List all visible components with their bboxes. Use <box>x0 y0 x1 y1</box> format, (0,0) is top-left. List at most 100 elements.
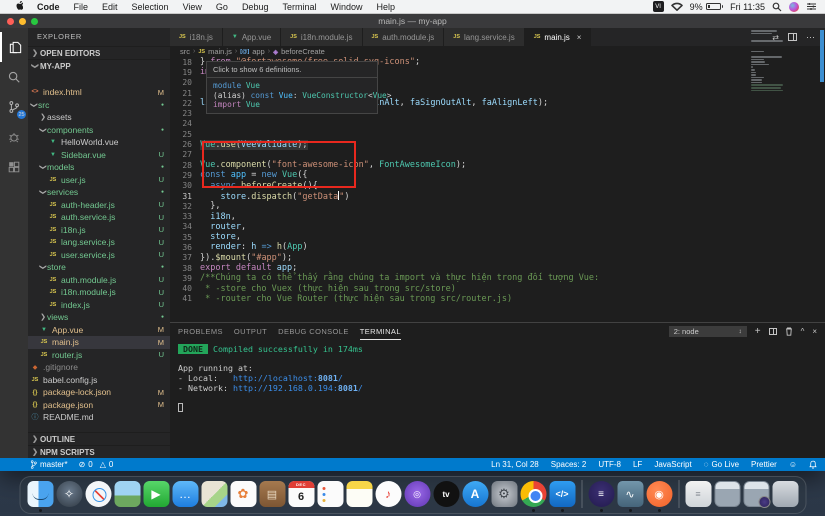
code-line-31[interactable]: 31 store.dispatch("getData") <box>170 191 825 201</box>
spotlight-search-icon[interactable] <box>772 2 782 12</box>
kill-terminal-button[interactable] <box>785 327 793 336</box>
debug-activity-icon[interactable] <box>0 122 28 152</box>
dock-icon-settings[interactable]: ⚙ <box>491 481 517 507</box>
input-source-icon[interactable]: VI <box>653 1 664 12</box>
dock-icon-tv[interactable]: tv <box>433 481 459 507</box>
dock-icon-safari[interactable] <box>85 481 111 507</box>
open-editors-section[interactable]: ❯OPEN EDITORS <box>28 46 170 59</box>
tree-item-index.html[interactable]: <>index.htmlM <box>28 86 170 99</box>
tooltip-header[interactable]: Click to show 6 definitions. <box>207 62 377 78</box>
battery-indicator[interactable]: 9% <box>690 2 724 12</box>
tree-item-README.md[interactable]: ⓘREADME.md <box>28 411 170 424</box>
menu-item-debug[interactable]: Debug <box>235 2 276 12</box>
source-control-activity-icon[interactable]: 25 <box>0 92 28 122</box>
new-terminal-button[interactable]: + <box>755 326 761 337</box>
menu-item-help[interactable]: Help <box>370 2 403 12</box>
tree-item-index.js[interactable]: JSindex.jsU <box>28 299 170 312</box>
breadcrumb-item-main.js[interactable]: main.js <box>208 47 232 56</box>
status-utf-8[interactable]: UTF-8 <box>598 460 621 469</box>
code-line-35[interactable]: 35 store, <box>170 232 825 242</box>
search-activity-icon[interactable] <box>0 62 28 92</box>
menu-item-go[interactable]: Go <box>209 2 235 12</box>
code-line-32[interactable]: 32 }, <box>170 201 825 211</box>
code-line-34[interactable]: 34 router, <box>170 222 825 232</box>
close-tab-icon[interactable]: × <box>577 33 582 42</box>
dock-icon-maps[interactable] <box>201 481 227 507</box>
tab-auth.module.js[interactable]: JSauth.module.js <box>363 28 445 46</box>
menu-clock[interactable]: Fri 11:35 <box>730 2 765 12</box>
dock-icon-calendar[interactable]: 6 <box>288 481 314 507</box>
tab-main.js[interactable]: JSmain.js× <box>525 28 592 46</box>
dock-icon-mysql-workbench[interactable]: ∿ <box>617 481 643 507</box>
wifi-icon[interactable] <box>671 2 683 11</box>
tree-item-src[interactable]: ❯src● <box>28 99 170 112</box>
dock-icon-messages[interactable]: … <box>172 481 198 507</box>
terminal-output[interactable]: DONE Compiled successfully in 174msApp r… <box>178 345 825 458</box>
dock-icon-contacts[interactable]: ▤ <box>259 481 285 507</box>
tree-item-i18n.js[interactable]: JSi18n.jsU <box>28 224 170 237</box>
tree-item-user.js[interactable]: JSuser.jsU <box>28 174 170 187</box>
menu-item-window[interactable]: Window <box>323 2 369 12</box>
tree-item-i18n.module.js[interactable]: JSi18n.module.jsU <box>28 286 170 299</box>
window-titlebar[interactable]: main.js — my-app <box>0 14 825 28</box>
tree-item-auth.module.js[interactable]: JSauth.module.jsU <box>28 274 170 287</box>
dock-icon-chrome[interactable] <box>520 481 546 507</box>
definition-hover-tooltip[interactable]: Click to show 6 definitions. module Vue(… <box>206 61 378 114</box>
notifications-bell-icon[interactable] <box>809 460 817 469</box>
siri-icon[interactable] <box>789 2 799 12</box>
tree-item-main.js[interactable]: JSmain.jsM <box>28 336 170 349</box>
menu-item-view[interactable]: View <box>176 2 209 12</box>
tree-item-package-lock.json[interactable]: {}package-lock.jsonM <box>28 386 170 399</box>
menu-item-file[interactable]: File <box>67 2 96 12</box>
more-actions-icon[interactable]: ⋯ <box>806 32 816 43</box>
tree-item-babel.config.js[interactable]: JSbabel.config.js <box>28 374 170 387</box>
tree-item-.gitignore[interactable]: ◆.gitignore <box>28 361 170 374</box>
dock-icon-photos[interactable]: ✿ <box>230 481 256 507</box>
panel-tab-output[interactable]: OUTPUT <box>234 323 267 340</box>
panel-tab-debug-console[interactable]: DEBUG CONSOLE <box>278 323 349 340</box>
code-line-37[interactable]: 37}).$mount("#app"); <box>170 253 825 263</box>
dock-icon-minimized-window[interactable] <box>714 481 740 507</box>
code-line-41[interactable]: 41 * -router cho Vue Router (thực hiện s… <box>170 294 825 304</box>
workspace-root-section[interactable]: ❯MY-APP <box>28 59 170 72</box>
tree-item-package.json[interactable]: {}package.jsonM <box>28 399 170 412</box>
dock-icon-podcasts[interactable]: ◎ <box>404 481 430 507</box>
dock-icon-finder[interactable] <box>27 481 53 507</box>
breadcrumb[interactable]: src›JSmain.js›[@]app›◈beforeCreate <box>170 46 825 57</box>
code-line-24[interactable]: 24 <box>170 119 825 129</box>
tree-item-HelloWorld.vue[interactable]: ▼HelloWorld.vue <box>28 136 170 149</box>
tree-item-auth.service.js[interactable]: JSauth.service.jsU <box>28 211 170 224</box>
git-branch-indicator[interactable]: master* <box>30 460 68 469</box>
menu-item-code[interactable]: Code <box>30 2 67 12</box>
split-terminal-button[interactable] <box>769 328 777 335</box>
control-center-icon[interactable] <box>806 2 817 11</box>
code-line-36[interactable]: 36 render: h => h(App) <box>170 242 825 252</box>
tree-item-user.service.js[interactable]: JSuser.service.jsU <box>28 249 170 262</box>
tree-item-lang.service.js[interactable]: JSlang.service.jsU <box>28 236 170 249</box>
breadcrumb-item-app[interactable]: app <box>252 47 265 56</box>
tab-i18n.module.js[interactable]: JSi18n.module.js <box>281 28 362 46</box>
apple-menu-icon[interactable] <box>8 1 30 13</box>
tree-item-services[interactable]: ❯services● <box>28 186 170 199</box>
dock-icon-document-stack[interactable]: ≡ <box>685 481 711 507</box>
minimap[interactable] <box>751 30 785 92</box>
dock-icon-eclipse[interactable]: ≡ <box>588 481 614 507</box>
tree-item-store[interactable]: ❯store● <box>28 261 170 274</box>
dock-icon-minimized-window-2[interactable] <box>743 481 769 507</box>
close-panel-button[interactable]: × <box>812 327 817 336</box>
minimize-window-button[interactable] <box>19 18 26 25</box>
problems-indicator[interactable]: ⊘0 △0 <box>79 460 114 469</box>
tree-item-views[interactable]: ❯views● <box>28 311 170 324</box>
dock-icon-postman[interactable]: ◉ <box>646 481 672 507</box>
terminal-select[interactable]: 2: node↕ <box>669 326 747 337</box>
menu-item-selection[interactable]: Selection <box>125 2 176 12</box>
dock-icon-app-store[interactable]: A <box>462 481 488 507</box>
explorer-activity-icon[interactable] <box>0 32 28 62</box>
split-editor-icon[interactable] <box>788 33 797 41</box>
tree-item-auth-header.js[interactable]: JSauth-header.jsU <box>28 199 170 212</box>
editor-scrollbar[interactable] <box>820 30 824 82</box>
tree-item-components[interactable]: ❯components● <box>28 124 170 137</box>
tree-item-models[interactable]: ❯models● <box>28 161 170 174</box>
menu-item-terminal[interactable]: Terminal <box>275 2 323 12</box>
dock-icon-launchpad[interactable]: ✧ <box>56 481 82 507</box>
